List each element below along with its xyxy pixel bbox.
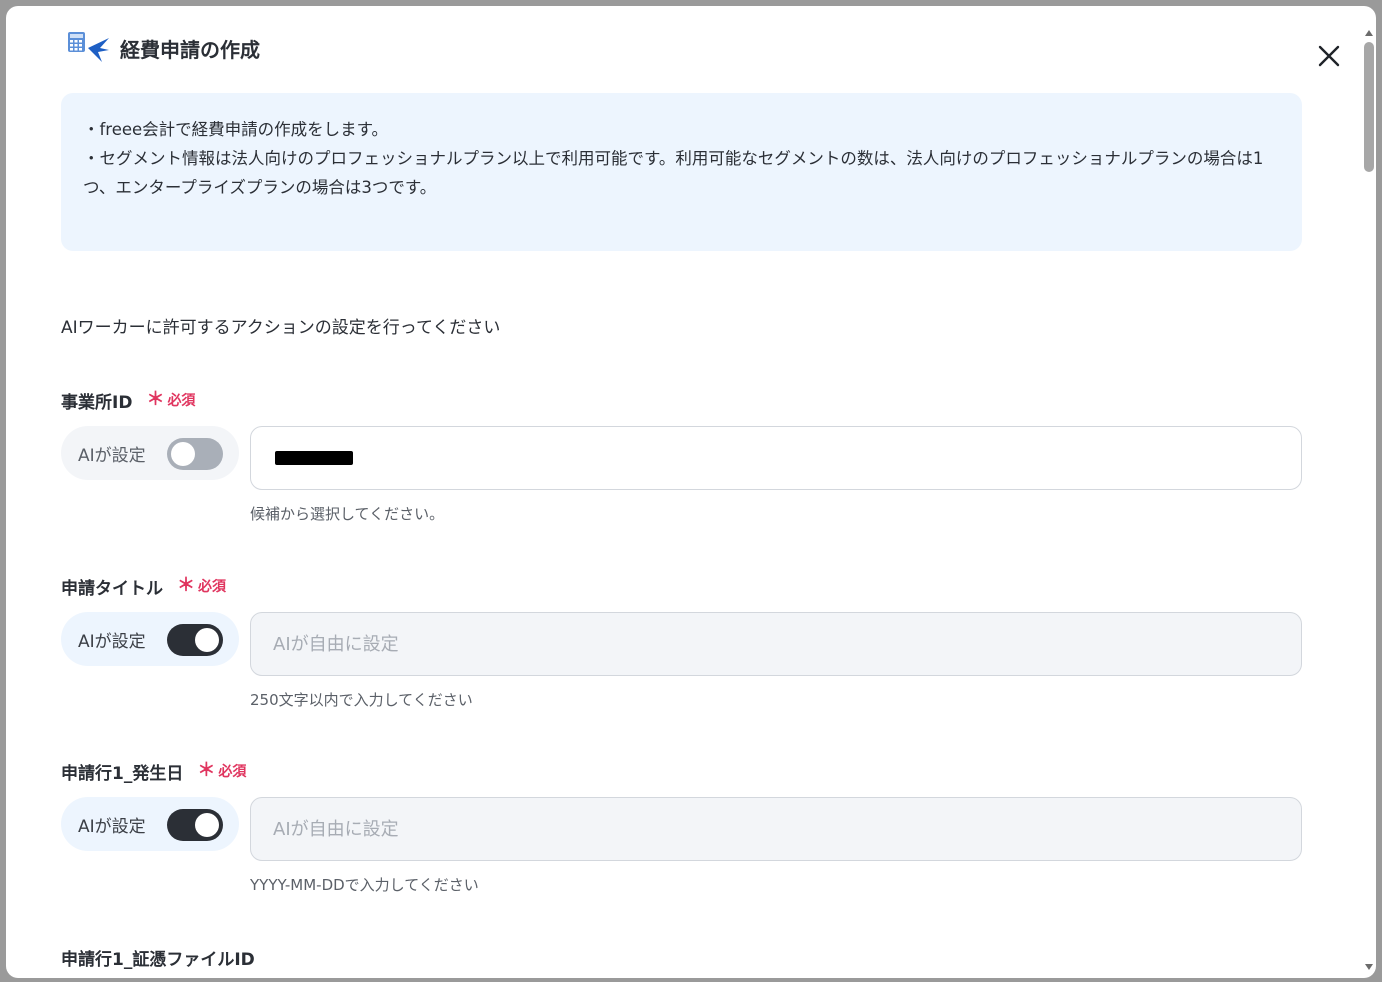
required-text: 必須 [198,579,226,595]
ai-toggle[interactable]: AIが設定 [61,797,239,851]
field-label-row: 申請行1_証憑ファイルID [61,943,1302,971]
required-text: 必須 [167,393,196,409]
required-badge: ＊ 必須 [177,576,226,596]
modal-title: 経費申請の作成 [120,37,260,62]
scroll-thumb[interactable] [1364,42,1374,172]
ai-toggle-label: AIが設定 [78,445,146,466]
toggle-knob [195,813,219,837]
ai-toggle-label: AIが設定 [78,816,146,837]
field-hint: 250文字以内で入力してください [250,691,473,709]
section-heading: AIワーカーに許可するアクションの設定を行ってください [61,318,501,338]
ai-toggle[interactable]: AIが設定 [61,612,239,666]
required-star: ＊ [177,575,195,596]
toggle-knob [171,442,195,466]
close-icon [1318,45,1340,67]
field-label: 事業所ID [61,392,133,413]
field-hint: YYYY-MM-DDで入力してください [250,876,479,894]
expense-request-modal: 経費申請の作成 ・freee会計で経費申請の作成をします。 ・セグメント情報は法… [6,6,1376,978]
required-badge: ＊ 必須 [197,761,246,781]
required-badge: ＊ 必須 [146,390,195,410]
field-label-row: 申請行1_発生日 ＊ 必須 [61,757,1302,785]
field-label: 申請行1_証憑ファイルID [61,949,255,970]
field-row: AIが設定 [61,426,1302,490]
freee-calculator-bird-icon [62,28,110,68]
info-line: ・freee会計で経費申請の作成をします。 [83,120,389,139]
field-office-id: 事業所ID ＊ 必須 AIが設定 候補から選択してください。 [61,386,1302,523]
modal-header: 経費申請の作成 [62,26,260,70]
field-line1-receipt-file-id: 申請行1_証憑ファイルID [61,943,1302,971]
info-box: ・freee会計で経費申請の作成をします。 ・セグメント情報は法人向けのプロフェ… [61,93,1302,251]
required-star: ＊ [146,389,165,410]
request-title-input[interactable] [250,612,1302,676]
toggle-switch[interactable] [167,624,223,656]
toggle-switch[interactable] [167,438,223,470]
toggle-knob [195,628,219,652]
field-hint: 候補から選択してください。 [250,505,445,523]
scroll-up-icon[interactable] [1365,30,1373,36]
info-line: ・セグメント情報は法人向けのプロフェッショナルプラン以上で利用可能です。利用可能… [83,149,1264,197]
line1-date-input[interactable] [250,797,1302,861]
close-button[interactable] [1312,39,1346,73]
toggle-switch[interactable] [167,809,223,841]
field-request-title: 申請タイトル ＊ 必須 AIが設定 250文字以内で入力してください [61,572,1302,709]
field-label: 申請行1_発生日 [61,763,184,784]
office-id-input[interactable] [250,426,1302,490]
scrollbar[interactable] [1362,30,1376,978]
field-row: AIが設定 [61,612,1302,676]
required-text: 必須 [218,764,247,780]
redacted-value [275,451,353,465]
field-line1-date: 申請行1_発生日 ＊ 必須 AIが設定 YYYY-MM-DDで入力してください [61,757,1302,894]
field-label: 申請タイトル [61,578,163,599]
field-row: AIが設定 [61,797,1302,861]
scroll-down-icon[interactable] [1365,964,1373,970]
required-star: ＊ [197,760,216,781]
field-label-row: 事業所ID ＊ 必須 [61,386,1302,414]
field-label-row: 申請タイトル ＊ 必須 [61,572,1302,600]
ai-toggle-label: AIが設定 [78,631,146,652]
ai-toggle[interactable]: AIが設定 [61,426,239,480]
